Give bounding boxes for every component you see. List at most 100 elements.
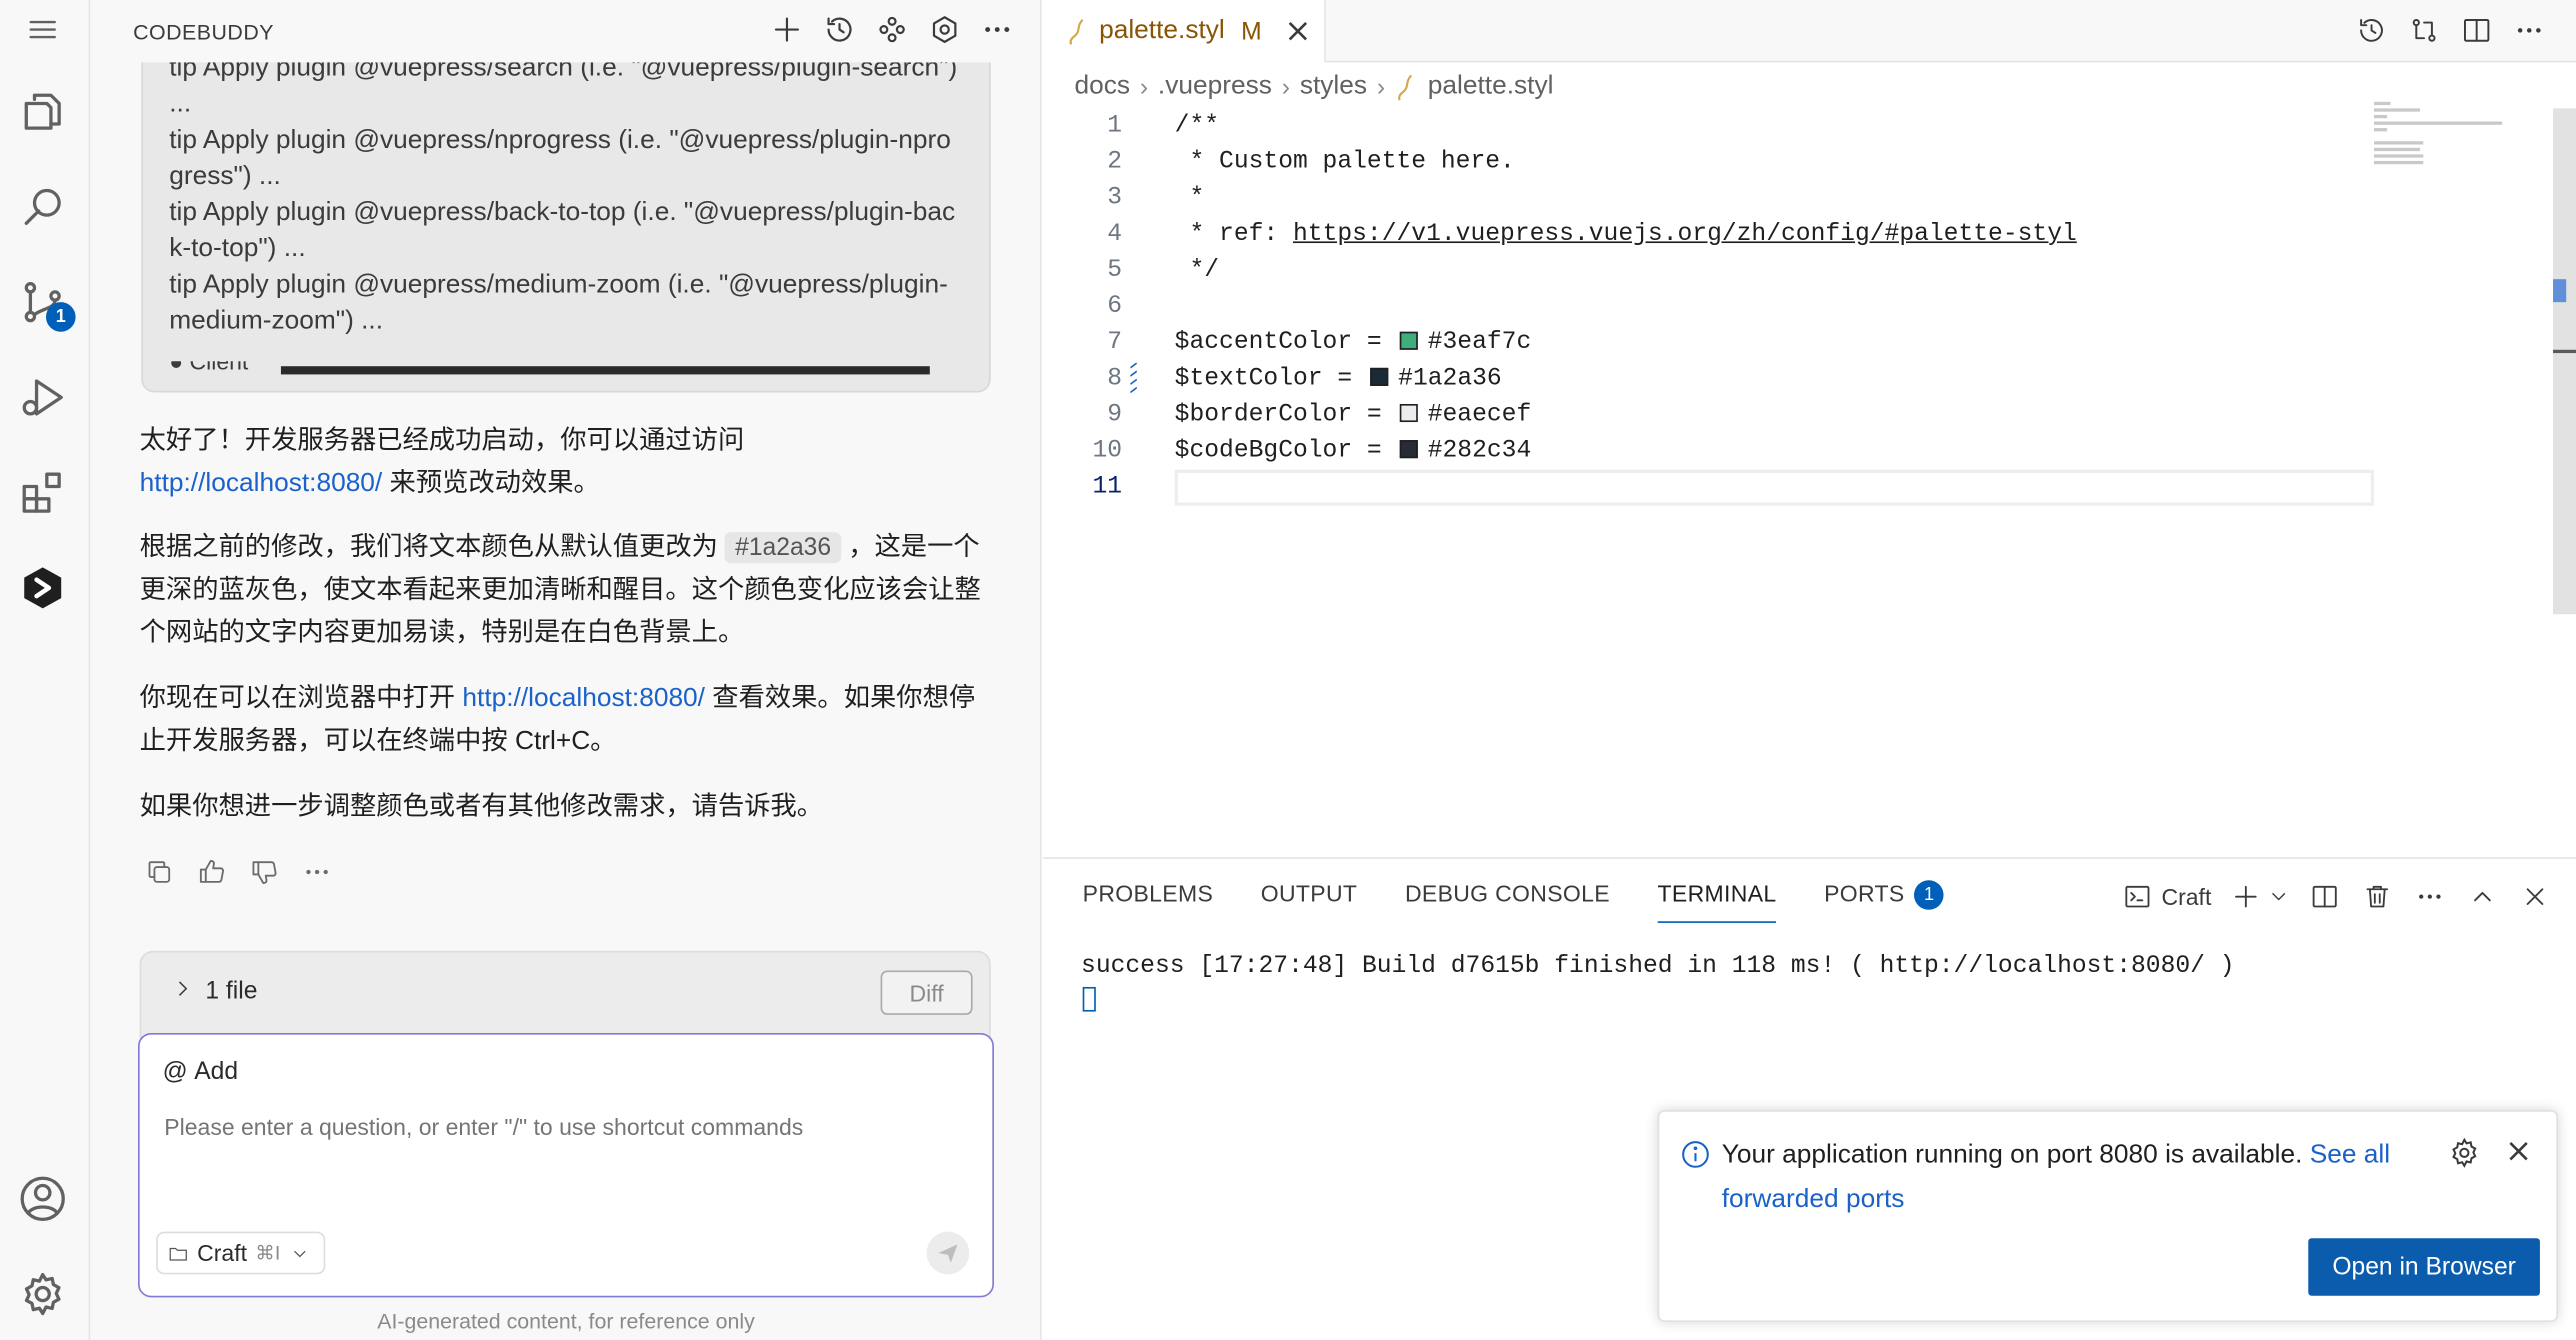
tab-problems[interactable]: PROBLEMS bbox=[1083, 880, 1213, 923]
localhost-link[interactable]: http://localhost:8080/ bbox=[140, 470, 383, 498]
chat-input[interactable] bbox=[164, 1113, 953, 1140]
color-value: #eaecef bbox=[1427, 400, 1532, 429]
more-icon[interactable] bbox=[301, 854, 334, 890]
line-text: */ bbox=[1174, 256, 1220, 285]
send-button[interactable] bbox=[926, 1231, 970, 1275]
breadcrumb-item[interactable]: docs bbox=[1074, 72, 1130, 102]
breadcrumb-item[interactable]: styles bbox=[1300, 72, 1367, 102]
menu-icon[interactable] bbox=[13, 0, 72, 59]
variable-decl: $codeBgColor = bbox=[1174, 436, 1397, 465]
line-text: * ref: https://v1.vuepress.vuejs.org/zh/… bbox=[1175, 217, 2077, 253]
tab-ports[interactable]: PORTS 1 bbox=[1824, 880, 1945, 923]
timeline-icon[interactable] bbox=[2353, 11, 2389, 47]
close-icon[interactable] bbox=[1285, 18, 1311, 44]
history-icon[interactable] bbox=[821, 10, 857, 49]
breadcrumb-item[interactable]: palette.styl bbox=[1428, 72, 1554, 102]
color-swatch[interactable] bbox=[1370, 367, 1389, 386]
thumbs-up-icon[interactable] bbox=[196, 854, 229, 890]
split-editor-icon[interactable] bbox=[2458, 11, 2494, 47]
thumbs-down-icon[interactable] bbox=[248, 854, 281, 890]
color-swatch[interactable] bbox=[1399, 331, 1418, 350]
diff-button[interactable]: Diff bbox=[880, 970, 973, 1015]
mode-selector[interactable]: Craft ⌘I bbox=[156, 1231, 325, 1275]
search-icon[interactable] bbox=[13, 177, 72, 236]
plugin-icon[interactable] bbox=[874, 10, 910, 49]
more-icon[interactable] bbox=[979, 10, 1015, 49]
notification-text: Your application running on port 8080 is… bbox=[1721, 1141, 2310, 1170]
source-control-icon[interactable]: 1 bbox=[13, 273, 76, 332]
palette-doc-link[interactable]: https://v1.vuepress.vuejs.org/zh/config/… bbox=[1293, 220, 2077, 248]
chevron-down-icon bbox=[293, 1249, 306, 1257]
line-text: $codeBgColor = #282c34 bbox=[1175, 434, 1532, 470]
new-terminal-icon[interactable] bbox=[2228, 879, 2264, 915]
tab-terminal[interactable]: TERMINAL bbox=[1657, 880, 1777, 923]
terminal-selector[interactable]: Craft bbox=[2122, 882, 2211, 912]
chevron-down-icon[interactable] bbox=[2267, 879, 2290, 915]
assistant-reply-p3: 你现在可以在浏览器中打开 http://localhost:8080/ 查看效果… bbox=[140, 678, 994, 763]
settings-icon[interactable] bbox=[927, 10, 963, 49]
line-number: 3 bbox=[1107, 183, 1123, 212]
close-icon[interactable] bbox=[2505, 1138, 2535, 1168]
assistant-reply-p4: 如果你想进一步调整颜色或者有其他修改需求，请告诉我。 bbox=[139, 793, 824, 822]
minimap[interactable] bbox=[2373, 101, 2538, 168]
line-number: 5 bbox=[1107, 256, 1123, 285]
ports-badge: 1 bbox=[1914, 880, 1945, 910]
split-terminal-icon[interactable] bbox=[2307, 879, 2343, 915]
info-icon bbox=[1679, 1138, 1712, 1171]
tab-output[interactable]: OUTPUT bbox=[1261, 880, 1358, 923]
close-icon[interactable] bbox=[2517, 879, 2553, 915]
stylus-file-icon bbox=[1395, 72, 1418, 102]
line-number: 11 bbox=[1092, 472, 1123, 501]
panel-tabs: PROBLEMS OUTPUT DEBUG CONSOLE TERMINAL P… bbox=[1083, 880, 1945, 923]
send-icon bbox=[938, 1244, 958, 1263]
color-code-pill: #1a2a36 bbox=[725, 532, 841, 564]
code-line: 9 $borderColor = #eaecef bbox=[1043, 397, 2576, 433]
code-line: 4 * ref: https://v1.vuepress.vuejs.org/z… bbox=[1043, 217, 2576, 253]
add-context-label: Add bbox=[194, 1057, 239, 1086]
code-line: 11 bbox=[1043, 470, 2576, 506]
scrollbar-cursor-marker bbox=[2553, 349, 2576, 354]
codebuddy-logo-icon[interactable] bbox=[13, 558, 72, 617]
log-progress-line: ● Client bbox=[169, 361, 930, 377]
extensions-icon[interactable] bbox=[13, 463, 72, 522]
gear-icon[interactable] bbox=[13, 1264, 72, 1323]
breadcrumb-item[interactable]: .vuepress bbox=[1158, 72, 1272, 102]
more-icon[interactable] bbox=[2412, 879, 2448, 915]
more-icon[interactable] bbox=[2510, 11, 2546, 47]
localhost-link[interactable]: http://localhost:8080/ bbox=[462, 685, 705, 713]
reply-text: 太好了！开发服务器已经成功启动，你可以通过访问 bbox=[139, 426, 745, 455]
assistant-reply-p2: 根据之前的修改，我们将文本颜色从默认值更改为 #1a2a36 ，这是一个更深的蓝… bbox=[140, 527, 994, 655]
chevron-right-icon: › bbox=[1376, 73, 1386, 101]
tab-debug-console[interactable]: DEBUG CONSOLE bbox=[1405, 880, 1610, 923]
log-line: tip Apply plugin @vuepress/nprogress (i.… bbox=[169, 126, 951, 191]
chevron-right-icon[interactable] bbox=[171, 977, 194, 1000]
color-swatch[interactable] bbox=[1399, 440, 1418, 459]
code-line: 6 bbox=[1043, 289, 2576, 325]
files-icon[interactable] bbox=[13, 82, 72, 141]
color-swatch[interactable] bbox=[1399, 403, 1418, 423]
compare-changes-icon[interactable] bbox=[2405, 11, 2441, 47]
build-log-box: tip Apply plugin @vuepress/search (i.e. … bbox=[141, 22, 991, 393]
add-context-button[interactable]: @ Add bbox=[163, 1058, 238, 1086]
trash-icon[interactable] bbox=[2359, 879, 2395, 915]
line-text: * Custom palette here. bbox=[1174, 147, 1515, 176]
run-debug-icon[interactable] bbox=[13, 368, 72, 427]
log-progress-bar bbox=[280, 366, 930, 375]
account-icon[interactable] bbox=[13, 1169, 72, 1228]
open-in-browser-button[interactable]: Open in Browser bbox=[2308, 1238, 2540, 1296]
codebuddy-header: CODEBUDDY bbox=[90, 0, 1040, 63]
reply-text: 你现在可以在浏览器中打开 bbox=[139, 684, 463, 713]
editor-area: palette.styl M docs › .vuepress › styles… bbox=[1043, 0, 2576, 858]
ai-disclaimer: AI-generated content, for reference only bbox=[377, 1308, 755, 1334]
new-chat-icon[interactable] bbox=[769, 10, 805, 49]
feedback-row bbox=[143, 854, 334, 890]
code-line: 2 * Custom palette here. bbox=[1043, 145, 2576, 181]
tab-palette-styl[interactable]: palette.styl M bbox=[1043, 0, 1326, 63]
copy-icon[interactable] bbox=[143, 854, 176, 890]
editor-scrollbar-thumb[interactable] bbox=[2553, 108, 2576, 615]
changed-files-label[interactable]: 1 file bbox=[205, 977, 257, 1005]
chevron-up-icon[interactable] bbox=[2464, 879, 2500, 915]
gear-icon[interactable] bbox=[2448, 1136, 2484, 1172]
terminal-output[interactable]: success [17:27:48] Build d7615b finished… bbox=[1081, 952, 2235, 980]
line-text: $textColor = #1a2a36 bbox=[1175, 361, 1502, 397]
